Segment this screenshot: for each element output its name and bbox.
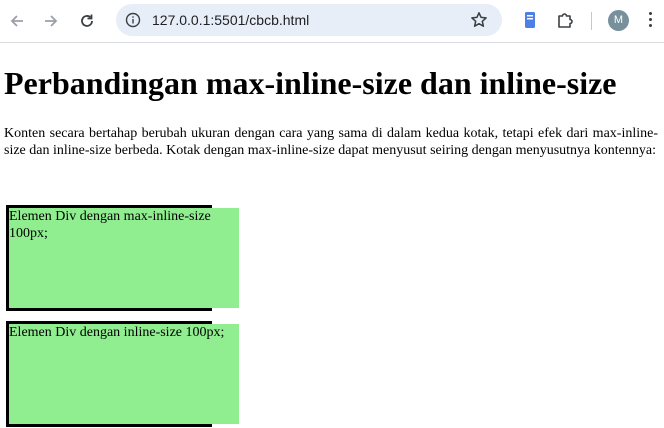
page-title: Perbandingan max-inline-size dan inline-… xyxy=(4,65,617,101)
bookmark-star-icon[interactable] xyxy=(470,11,488,34)
inline-size-content: Elemen Div dengan inline-size 100px; xyxy=(9,324,239,424)
arrow-right-icon xyxy=(45,15,58,27)
site-info-icon[interactable] xyxy=(125,12,141,33)
url-text: 127.0.0.1:5501/cbcb.html xyxy=(152,12,310,28)
back-button[interactable] xyxy=(4,8,30,34)
max-inline-size-content: Elemen Div dengan max-inline-size 100px; xyxy=(9,208,239,308)
description-paragraph: Konten secara bertahap berubah ukuran de… xyxy=(4,126,658,158)
arrow-left-icon xyxy=(10,15,23,27)
address-bar[interactable]: 127.0.0.1:5501/cbcb.html xyxy=(116,4,502,36)
browser-menu-icon[interactable] xyxy=(646,10,654,32)
reload-icon xyxy=(81,14,93,27)
inline-size-box: Elemen Div dengan inline-size 100px; xyxy=(6,321,239,427)
profile-avatar[interactable]: M xyxy=(608,10,629,31)
extension-button[interactable] xyxy=(518,8,542,32)
forward-button[interactable] xyxy=(38,8,64,34)
document-extension-icon xyxy=(525,12,535,28)
max-inline-size-box: Elemen Div dengan max-inline-size 100px; xyxy=(6,205,239,311)
toolbar-separator xyxy=(591,12,592,30)
puzzle-icon xyxy=(558,13,573,28)
browser-toolbar: 127.0.0.1:5501/cbcb.html M xyxy=(0,0,664,43)
extensions-menu-button[interactable] xyxy=(553,8,577,32)
reload-button[interactable] xyxy=(74,8,100,34)
